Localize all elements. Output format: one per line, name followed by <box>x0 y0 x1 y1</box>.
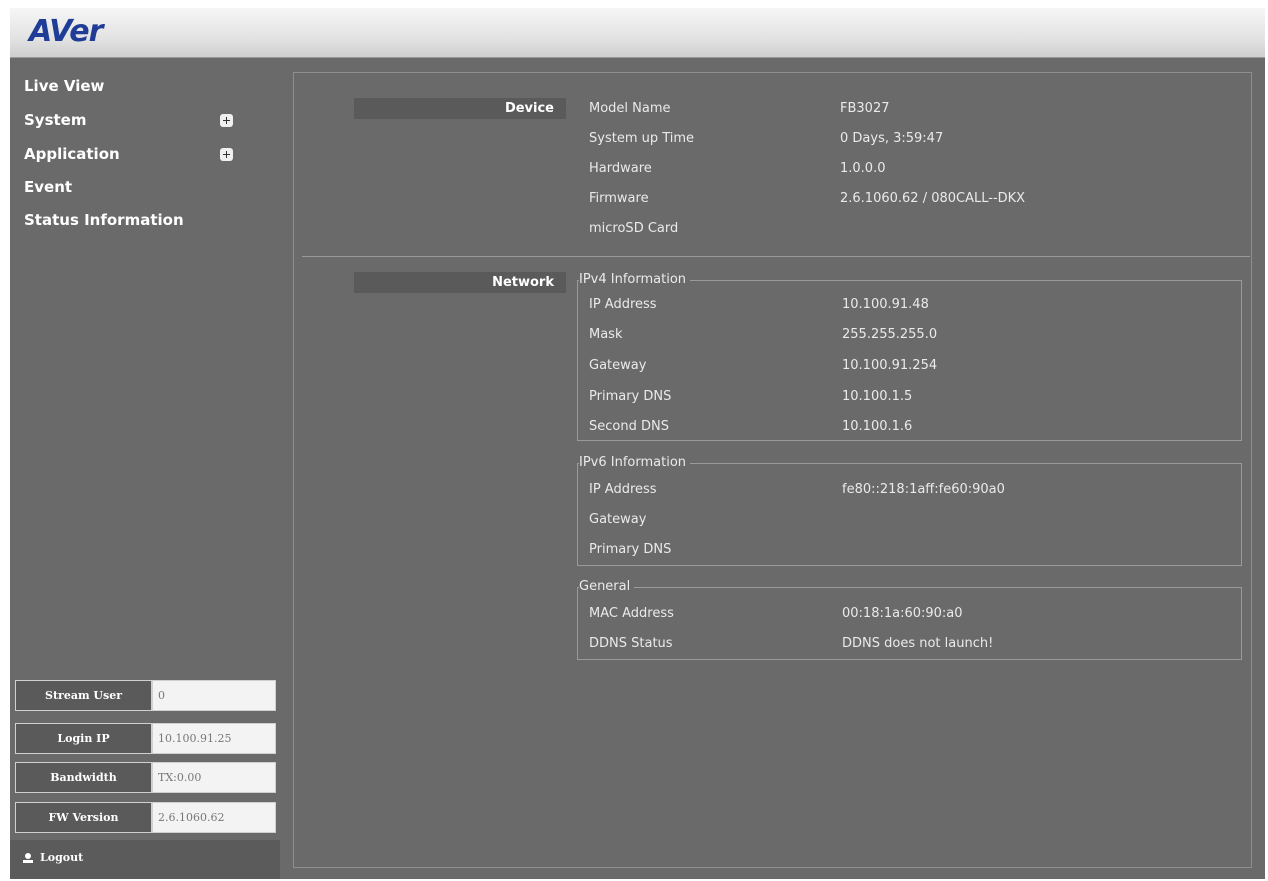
ipv4-mask-label: Mask <box>589 327 623 342</box>
mac-address-value: 00:18:1a:60:90:a0 <box>842 606 963 621</box>
ipv6-fieldset: IPv6 Information <box>577 454 1242 566</box>
logout-button[interactable]: Logout <box>10 840 280 879</box>
ipv6-gateway-label: Gateway <box>589 512 647 527</box>
stream-user-row: Stream User 0 <box>12 676 278 714</box>
nav-status-information-label: Status Information <box>24 211 184 229</box>
expand-plus-icon[interactable] <box>220 148 233 161</box>
nav-application[interactable]: Application <box>24 142 274 166</box>
microsd-label: microSD Card <box>589 221 679 236</box>
main-panel: Device Model Name FB3027 System up Time … <box>280 58 1265 879</box>
nav-event-label: Event <box>24 178 73 196</box>
ipv4-second-dns-value: 10.100.1.6 <box>842 419 913 434</box>
ddns-status-value: DDNS does not launch! <box>842 636 994 651</box>
sidebar: Live View System Application Event Statu… <box>10 58 280 879</box>
ipv4-ip-value: 10.100.91.48 <box>842 297 929 312</box>
ipv4-second-dns-label: Second DNS <box>589 419 669 434</box>
expand-plus-icon[interactable] <box>220 114 233 127</box>
nav-application-label: Application <box>24 145 120 163</box>
ipv4-gateway-value: 10.100.91.254 <box>842 358 938 373</box>
nav-live-view-label: Live View <box>24 77 105 95</box>
nav-live-view[interactable]: Live View <box>24 74 274 98</box>
model-name-value: FB3027 <box>840 101 890 116</box>
nav-system-label: System <box>24 111 87 129</box>
stream-user-value: 0 <box>152 680 276 711</box>
fw-version-label: FW Version <box>15 802 152 833</box>
fw-version-row: FW Version 2.6.1060.62 <box>12 798 278 836</box>
logout-label: Logout <box>40 851 84 864</box>
general-legend: General <box>579 578 635 596</box>
ddns-status-label: DDNS Status <box>589 636 673 651</box>
hardware-value: 1.0.0.0 <box>840 161 886 176</box>
ipv6-legend: IPv6 Information <box>579 454 691 472</box>
ipv6-ip-value: fe80::218:1aff:fe60:90a0 <box>842 482 1005 497</box>
bandwidth-label: Bandwidth <box>15 762 152 793</box>
network-section-label: Network <box>354 272 566 293</box>
login-ip-value: 10.100.91.25 <box>152 723 276 754</box>
ipv4-gateway-label: Gateway <box>589 358 647 373</box>
nav-status-information[interactable]: Status Information <box>24 208 274 232</box>
aver-logo: AVer <box>29 14 103 49</box>
login-ip-label: Login IP <box>15 723 152 754</box>
ipv4-primary-dns-label: Primary DNS <box>589 389 672 404</box>
uptime-label: System up Time <box>589 131 695 146</box>
uptime-value: 0 Days, 3:59:47 <box>840 131 944 146</box>
bandwidth-value: TX:0.00 <box>152 762 276 793</box>
nav-event[interactable]: Event <box>24 175 274 199</box>
mac-address-label: MAC Address <box>589 606 674 621</box>
hardware-label: Hardware <box>589 161 652 176</box>
ipv4-primary-dns-value: 10.100.1.5 <box>842 389 913 404</box>
section-divider <box>302 256 1250 257</box>
ipv4-legend: IPv4 Information <box>579 271 691 289</box>
firmware-value: 2.6.1060.62 / 080CALL--DKX <box>840 191 1026 206</box>
header-bar: AVer <box>10 8 1265 58</box>
device-section-label: Device <box>354 98 566 119</box>
stream-user-label: Stream User <box>15 680 152 711</box>
ipv6-primary-dns-label: Primary DNS <box>589 542 672 557</box>
fw-version-value: 2.6.1060.62 <box>152 802 276 833</box>
login-ip-row: Login IP 10.100.91.25 <box>12 719 278 757</box>
model-name-label: Model Name <box>589 101 671 116</box>
bandwidth-row: Bandwidth TX:0.00 <box>12 758 278 796</box>
ipv4-mask-value: 255.255.255.0 <box>842 327 938 342</box>
user-icon <box>23 853 33 863</box>
ipv4-ip-label: IP Address <box>589 297 657 312</box>
ipv6-ip-label: IP Address <box>589 482 657 497</box>
nav-system[interactable]: System <box>24 108 274 132</box>
firmware-label: Firmware <box>589 191 649 206</box>
